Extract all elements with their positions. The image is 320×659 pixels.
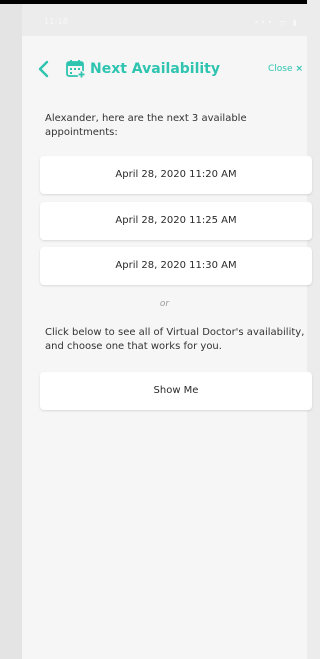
calendar-add-icon: [66, 60, 86, 79]
close-icon: ×: [295, 64, 304, 74]
appointment-option-3[interactable]: April 28, 2020 11:30 AM: [40, 247, 312, 285]
or-divider: or: [159, 299, 170, 309]
status-icons: ••• ᯤ ▮: [254, 18, 299, 27]
header: Next Availability Close ×: [22, 54, 307, 86]
left-strip: [0, 4, 22, 659]
status-time: 11:18: [44, 17, 69, 26]
intro-text: Alexander, here are the next 3 available…: [45, 113, 247, 138]
status-bar: 11:18 ••• ᯤ ▮: [22, 4, 307, 36]
show-me-button[interactable]: Show Me: [40, 372, 312, 410]
appointment-option-1[interactable]: April 28, 2020 11:20 AM: [40, 156, 312, 194]
close-button[interactable]: Close ×: [268, 63, 303, 75]
close-label: Close: [268, 64, 293, 74]
page-title: Next Availability: [90, 61, 220, 77]
chevron-left-icon: [38, 60, 49, 78]
next-availability-panel: Next Availability Close × Alexander, here…: [22, 36, 312, 659]
instruction-text: Click below to see all of Virtual Doctor…: [45, 327, 305, 352]
back-button[interactable]: [36, 59, 52, 79]
appointment-option-2[interactable]: April 28, 2020 11:25 AM: [40, 202, 312, 240]
